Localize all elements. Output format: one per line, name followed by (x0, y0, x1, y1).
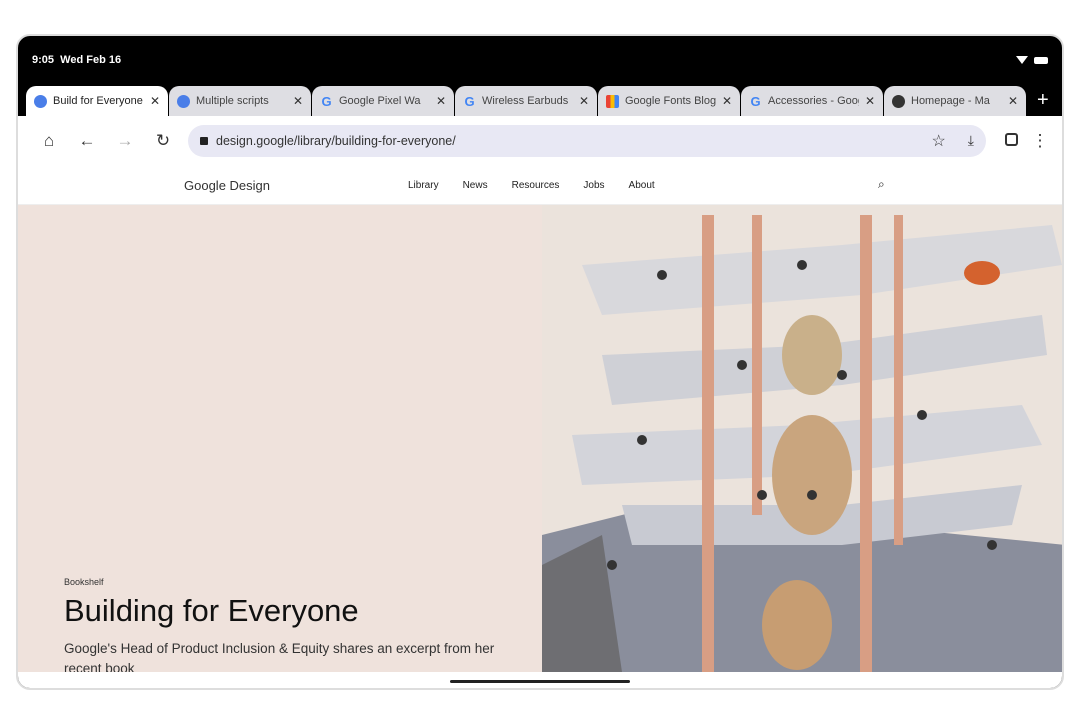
tablet-frame: 9:05 Wed Feb 16 Build for Everyone ✕ Multi… (16, 34, 1064, 690)
tab-label: Homepage - Ma (911, 95, 990, 107)
browser-tab[interactable]: Multiple scripts ✕ (169, 86, 311, 116)
favicon-icon: G (321, 93, 332, 109)
new-tab-icon[interactable]: + (1037, 89, 1049, 112)
nav-link[interactable]: About (629, 180, 655, 191)
tab-strip: Build for Everyone ✕ Multiple scripts ✕ G Goo… (18, 84, 1062, 116)
battery-icon (1034, 56, 1048, 64)
nav-link[interactable]: Library (408, 180, 439, 191)
site-header: Google Design Library News Resources Jobs Ab… (18, 165, 1062, 205)
hero-kicker[interactable]: Bookshelf (64, 577, 504, 587)
star-icon[interactable]: ☆ (931, 131, 945, 151)
favicon-icon: G (464, 93, 475, 109)
url-text[interactable]: design.google/library/building-for-every… (216, 134, 923, 148)
hero-illustration (542, 205, 1062, 672)
tab-label: Multiple scripts (196, 95, 269, 107)
browser-tab[interactable]: Build for Everyone ✕ (26, 86, 168, 116)
close-tab-icon[interactable]: ✕ (1008, 94, 1018, 108)
address-bar[interactable]: design.google/library/building-for-every… (188, 124, 986, 157)
search-icon[interactable]: ⌕ (878, 177, 885, 192)
tab-label: Google Pixel Wa (339, 95, 421, 107)
wifi-icon (1016, 56, 1028, 64)
status-bar: 9:05 Wed Feb 16 (18, 36, 1062, 84)
close-tab-icon[interactable]: ✕ (293, 94, 303, 108)
nav-link[interactable]: News (463, 180, 488, 191)
lock-icon (200, 136, 208, 145)
browser-tab[interactable]: Homepage - Ma ✕ (884, 86, 1026, 116)
download-icon[interactable]: ⤓ (968, 132, 974, 149)
gesture-bar (18, 672, 1062, 688)
tab-switcher-icon[interactable] (992, 131, 1030, 151)
hero-title: Building for Everyone (64, 593, 359, 628)
browser-tab[interactable]: G Google Pixel Wa ✕ (312, 86, 454, 116)
favicon-icon (892, 94, 905, 108)
close-tab-icon[interactable]: ✕ (436, 94, 446, 108)
tab-label: Google Fonts Blog (625, 95, 716, 107)
browser-tab[interactable]: G Wireless Earbuds ✕ (455, 86, 597, 116)
nav-link[interactable]: Jobs (583, 180, 604, 191)
close-tab-icon[interactable]: ✕ (579, 94, 589, 108)
menu-icon[interactable]: ⋮ (1030, 131, 1050, 151)
status-date: Wed Feb 16 (60, 54, 122, 66)
site-nav: Library News Resources Jobs About (408, 180, 655, 191)
favicon-icon: G (750, 93, 761, 109)
favicon-icon (606, 94, 619, 108)
forward-icon[interactable]: → (106, 131, 144, 151)
close-tab-icon[interactable]: ✕ (150, 94, 160, 108)
hero: Bookshelf Building for Everyone Google's… (18, 205, 1062, 676)
favicon-icon (34, 94, 47, 108)
close-tab-icon[interactable]: ✕ (865, 94, 875, 108)
reload-icon[interactable]: ↻ (144, 131, 182, 151)
tab-label: Wireless Earbuds (482, 95, 569, 107)
status-time: 9:05 (32, 54, 55, 66)
tab-label: Build for Everyone (53, 95, 143, 107)
browser-toolbar: ⌂ ← → ↻ design.google/library/building-f… (18, 116, 1062, 165)
home-indicator[interactable] (450, 680, 630, 683)
site-logo[interactable]: Google Design (184, 178, 270, 193)
browser-tab[interactable]: Google Fonts Blog ✕ (598, 86, 740, 116)
favicon-icon (177, 94, 190, 108)
close-tab-icon[interactable]: ✕ (722, 94, 732, 108)
tab-label: Accessories - Google (768, 95, 859, 107)
back-icon[interactable]: ← (68, 131, 106, 151)
browser-tab[interactable]: G Accessories - Google ✕ (741, 86, 883, 116)
nav-link[interactable]: Resources (512, 180, 560, 191)
home-icon[interactable]: ⌂ (30, 131, 68, 151)
